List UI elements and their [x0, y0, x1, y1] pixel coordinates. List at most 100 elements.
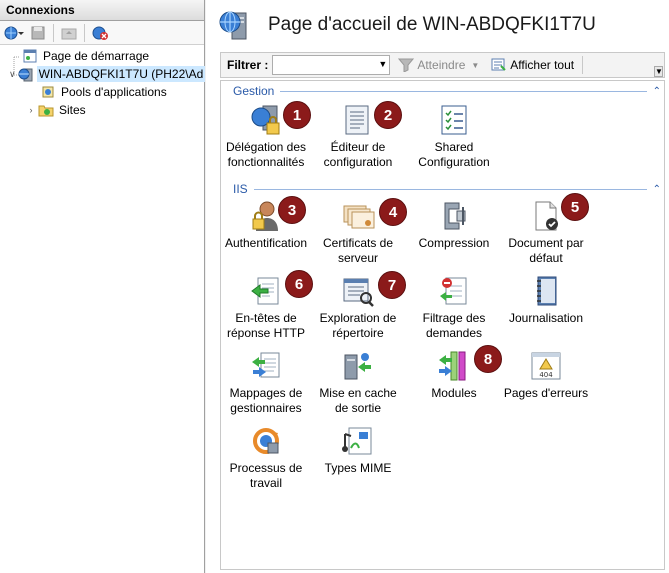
start-page-icon [23, 49, 37, 63]
feature-handler-mappings[interactable]: Mappages de gestionnaires [221, 349, 311, 416]
mime-types-icon [342, 427, 372, 455]
expand-icon[interactable]: › [26, 105, 36, 115]
callout-badge-8: 8 [474, 345, 502, 373]
feature-label: Éditeur de configuration [323, 140, 393, 169]
connect-button[interactable] [3, 23, 25, 43]
tree-item-label: Sites [59, 103, 86, 117]
group-header-iis[interactable]: IIS ⌃ [233, 181, 661, 197]
feature-label: Mise en cache de sortie [319, 386, 397, 415]
feature-mime-types[interactable]: Types MIME [313, 424, 403, 476]
feature-output-caching[interactable]: Mise en cache de sortie [313, 349, 403, 416]
modules-icon [439, 351, 466, 381]
folder-up-icon [61, 28, 77, 39]
group-name: Gestion [233, 84, 275, 98]
funnel-icon [398, 58, 415, 72]
save-icon [31, 26, 45, 39]
callout-badge-7: 7 [378, 271, 406, 299]
feature-label: Modules [431, 386, 477, 400]
show-all-label: Afficher tout [510, 58, 575, 72]
feature-label: Exploration de répertoire [319, 311, 397, 340]
handler-mappings-icon [252, 352, 280, 378]
feature-label: Journalisation [508, 311, 584, 325]
disconnect-icon [92, 26, 108, 40]
app-pools-icon [42, 86, 54, 98]
collapse-up-icon[interactable]: ⌃ [653, 184, 661, 195]
save-button[interactable] [27, 23, 49, 43]
feature-request-filtering[interactable]: Filtrage des demandes [409, 274, 499, 341]
up-button[interactable] [58, 23, 80, 43]
tree-item-server[interactable]: ∨ WIN-ABDQFKI1T7U (PH22\Ad [0, 65, 206, 83]
error-pages-icon: 404 [531, 352, 561, 380]
feature-label: Filtrage des demandes [422, 311, 486, 340]
feature-worker-processes[interactable]: Processus de travail [221, 424, 311, 491]
toolbar-separator [582, 56, 584, 74]
feature-label: Certificats de serveur [322, 236, 394, 265]
feature-label: Mappages de gestionnaires [229, 386, 303, 415]
disconnect-button[interactable] [89, 23, 111, 43]
response-headers-icon [251, 277, 279, 305]
toolbar-separator [53, 23, 54, 42]
connections-pane: Connexions Page de démarrage ∨ WIN-ABDQF… [0, 0, 206, 573]
show-all-button[interactable]: Afficher tout [487, 58, 578, 72]
features-view: Gestion ⌃ Délégation des fonctionnalités… [220, 80, 665, 570]
tree-item-start-page[interactable]: Page de démarrage [0, 47, 204, 65]
callout-badge-6: 6 [285, 270, 313, 298]
collapse-icon[interactable]: ∨ [9, 69, 16, 80]
feature-compression[interactable]: Compression [409, 199, 499, 251]
directory-browsing-icon [343, 278, 374, 307]
callout-badge-1: 1 [283, 101, 311, 129]
collapse-up-icon[interactable]: ⌃ [653, 86, 661, 97]
svg-text:404: 404 [539, 371, 553, 379]
scroll-down-button[interactable]: ▼ [654, 66, 663, 77]
goto-button[interactable]: Atteindre ▼ [394, 58, 483, 72]
dropdown-arrow-icon[interactable]: ▼ [378, 59, 387, 69]
config-editor-icon [345, 105, 369, 135]
show-all-icon [491, 58, 507, 71]
group-divider [280, 90, 647, 92]
feature-label: Compression [418, 236, 490, 250]
connections-tree: Page de démarrage ∨ WIN-ABDQFKI1T7U (PH2… [0, 45, 206, 119]
iis-manager-window: Connexions Page de démarrage ∨ WIN-ABDQF… [0, 0, 669, 573]
request-filtering-icon [440, 277, 467, 305]
feature-label: En-têtes de réponse HTTP [226, 311, 306, 340]
tree-item-label: Pools d'applications [61, 85, 167, 99]
tree-item-sites[interactable]: › Sites [0, 101, 204, 119]
feature-label: Authentification [224, 236, 308, 250]
page-header: Page d'accueil de WIN-ABDQFKI1T7U [206, 0, 669, 50]
server-globe-icon [18, 68, 33, 82]
callout-badge-4: 4 [379, 198, 407, 226]
feature-label: Types MIME [324, 461, 392, 475]
feature-error-pages[interactable]: 404 Pages d'erreurs [501, 349, 591, 401]
feature-label: Shared Configuration [418, 140, 490, 169]
group-header-gestion[interactable]: Gestion ⌃ [233, 83, 661, 99]
feature-logging[interactable]: Journalisation [501, 274, 591, 326]
certificate-icon [343, 205, 375, 229]
shared-config-icon [441, 105, 467, 135]
feature-label: Document par défaut [508, 236, 584, 265]
connections-title: Connexions [0, 0, 204, 21]
toolbar-separator [84, 23, 85, 42]
logging-icon [537, 276, 557, 306]
group-divider [253, 188, 647, 190]
filter-bar: Filtrer : ▼ Atteindre ▼ Afficher tout [220, 52, 665, 78]
delegation-icon [251, 105, 280, 135]
feature-label: Processus de travail [229, 461, 303, 490]
feature-shared-config[interactable]: Shared Configuration [409, 103, 499, 170]
callout-badge-3: 3 [278, 196, 306, 224]
filter-input[interactable]: ▼ [272, 55, 391, 75]
feature-label: Délégation des fonctionnalités [225, 140, 307, 169]
callout-badge-2: 2 [374, 101, 402, 129]
tree-item-app-pools[interactable]: Pools d'applications [0, 83, 204, 101]
tree-item-label: WIN-ABDQFKI1T7U (PH22\Ad [36, 66, 206, 82]
callout-badge-5: 5 [561, 193, 589, 221]
home-page-pane: Page d'accueil de WIN-ABDQFKI1T7U Filtre… [206, 0, 669, 573]
server-globe-icon [219, 11, 247, 40]
default-document-icon [535, 201, 558, 231]
connections-toolbar [0, 21, 204, 45]
globe-connect-icon [4, 26, 24, 39]
page-title: Page d'accueil de WIN-ABDQFKI1T7U [268, 14, 596, 35]
filter-label: Filtrer : [227, 58, 269, 72]
compression-icon [444, 202, 466, 230]
group-name: IIS [233, 182, 248, 196]
feature-label: Pages d'erreurs [503, 386, 589, 400]
